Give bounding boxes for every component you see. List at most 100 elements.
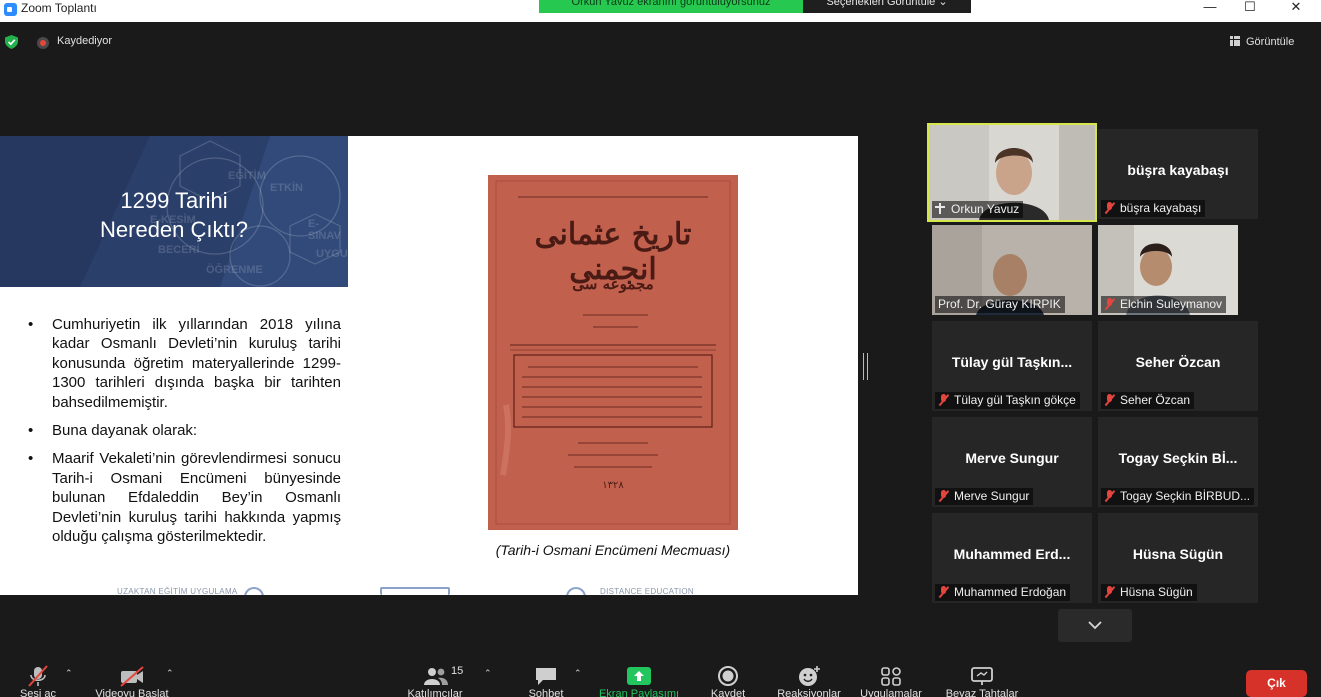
participants-icon	[424, 668, 448, 685]
whiteboards-label: Beyaz Tahtalar	[945, 688, 1019, 697]
participant-tile[interactable]: Orkun Yavuz	[927, 123, 1097, 222]
grid-view-icon	[1230, 36, 1240, 46]
journal-cover-subtitle: مجموعه سى	[572, 275, 654, 293]
muted-mic-icon	[938, 394, 949, 406]
participant-name: Seher Özcan	[1120, 393, 1191, 407]
maximize-button[interactable]: ☐	[1230, 0, 1270, 14]
participant-name-label: Tülay gül Taşkın gökçe	[935, 392, 1080, 409]
participant-tile[interactable]: Merve Sungur Merve Sungur	[932, 417, 1092, 507]
share-screen-button[interactable]: Ekran Paylaşımı	[596, 655, 682, 697]
chat-icon	[536, 668, 556, 685]
participant-tile[interactable]: Togay Seçkin Bİ... Togay Seçkin BİRBUD..…	[1098, 417, 1258, 507]
participant-count: 15	[451, 665, 464, 677]
reactions-button[interactable]: Reaksiyonlar	[774, 655, 844, 697]
chat-button[interactable]: Sohbet	[520, 655, 572, 697]
record-label: Kaydet	[710, 688, 746, 697]
participant-name: Merve Sungur	[954, 489, 1030, 503]
title-bar: Zoom Toplantı Orkun Yavuz ekranını görün…	[0, 0, 1321, 22]
window-title: Zoom Toplantı	[21, 1, 97, 15]
header-deco-word: BECERİ	[158, 244, 200, 256]
participant-name-label: Hüsna Sügün	[1101, 584, 1197, 601]
participant-tile[interactable]: Elchin Suleymanov	[1098, 225, 1238, 315]
muted-mic-icon	[1104, 490, 1115, 502]
start-video-button[interactable]: Videoyu Başlat	[92, 655, 172, 697]
share-screen-icon	[627, 667, 651, 685]
close-window-button[interactable]: ✕	[1276, 0, 1316, 14]
participants-label: Katılımcılar	[407, 688, 463, 697]
participant-tile[interactable]: Tülay gül Taşkın... Tülay gül Taşkın gök…	[932, 321, 1092, 411]
participant-name: Tülay gül Taşkın gökçe	[954, 393, 1076, 407]
participant-tile[interactable]: Hüsna Sügün Hüsna Sügün	[1098, 513, 1258, 603]
participant-tile[interactable]: Prof. Dr. Güray KIRPIK	[932, 225, 1092, 315]
participant-display-name: Muhammed Erd...	[953, 546, 1071, 562]
audio-options-caret-icon[interactable]: ⌃	[65, 668, 73, 679]
participant-name-label: Prof. Dr. Güray KIRPIK	[935, 296, 1065, 313]
participant-display-name: Hüsna Sügün	[1132, 546, 1224, 562]
participant-display-name: Tülay gül Taşkın...	[951, 354, 1073, 370]
muted-mic-icon	[938, 490, 949, 502]
header-deco-word: ÖĞRENME	[206, 264, 263, 276]
participant-tile[interactable]: Muhammed Erd... Muhammed Erdoğan	[932, 513, 1092, 603]
record-button[interactable]: Kaydet	[702, 655, 754, 697]
unmute-label: Sesi aç	[19, 688, 57, 697]
meeting-toolbar: Sesi aç ⌃ Videoyu Başlat ⌃ 15 Katılımcıl…	[0, 655, 1321, 697]
building-logo-icon	[380, 587, 450, 595]
footer-logo-icon	[566, 587, 586, 595]
apps-button[interactable]: Uygulamalar	[856, 655, 926, 697]
reactions-smiley-icon	[799, 666, 820, 686]
whiteboards-button[interactable]: Beyaz Tahtalar	[940, 655, 1024, 697]
zoom-window: Zoom Toplantı Orkun Yavuz ekranını görün…	[0, 0, 1321, 697]
chat-caret-icon[interactable]: ⌃	[574, 668, 582, 679]
participant-name: Elchin Suleymanov	[1120, 297, 1223, 311]
view-options-button[interactable]: Seçenekleri Görüntüle ⌄	[803, 0, 971, 13]
muted-mic-icon	[1104, 394, 1115, 406]
security-shield-icon[interactable]	[5, 35, 18, 49]
slide-footer-left: UZAKTAN EĞİTİM UYGULAMA	[117, 587, 238, 595]
whiteboard-icon	[971, 667, 993, 685]
participant-name-label: Orkun Yavuz	[932, 201, 1024, 218]
participant-name: Hüsna Sügün	[1120, 585, 1193, 599]
header-deco-word: UYGULA	[316, 248, 348, 260]
participant-tile[interactable]: Seher Özcan Seher Özcan	[1098, 321, 1258, 411]
participant-name: Togay Seçkin BİRBUD...	[1120, 489, 1251, 503]
pin-icon	[935, 203, 945, 214]
start-video-label: Videoyu Başlat	[95, 688, 169, 697]
split-view-divider[interactable]	[863, 353, 868, 380]
slide-bullet-list: Cumhuriyetin ilk yıllarından 2018 yılına…	[28, 315, 341, 555]
participant-name: Orkun Yavuz	[951, 202, 1020, 216]
participant-tile[interactable]: büşra kayabaşı büşra kayabaşı	[1098, 129, 1258, 219]
recording-label: Kaydediyor	[57, 35, 113, 47]
share-screen-label: Ekran Paylaşımı	[598, 688, 680, 697]
header-deco-word: EĞİTİM	[228, 170, 266, 182]
slide-title: 1299 Tarihi Nereden Çıktı?	[0, 186, 348, 244]
participant-name: Muhammed Erdoğan	[954, 585, 1067, 599]
reactions-label: Reaksiyonlar	[777, 688, 841, 697]
gallery-next-page-button[interactable]	[1058, 609, 1132, 642]
slide-bullet: Cumhuriyetin ilk yıllarından 2018 yılına…	[28, 315, 341, 412]
participant-name-label: büşra kayabaşı	[1101, 200, 1206, 217]
participant-display-name: Seher Özcan	[1135, 354, 1221, 370]
participant-name-label: Togay Seçkin BİRBUD...	[1101, 488, 1255, 505]
screen-share-banner: Orkun Yavuz ekranını görüntülüyorsunuz	[539, 0, 803, 13]
unmute-button[interactable]: Sesi aç	[8, 655, 68, 697]
participant-name: Prof. Dr. Güray KIRPIK	[938, 297, 1061, 311]
apps-label: Uygulamalar	[860, 688, 922, 697]
view-button-label: Görüntüle	[1246, 36, 1295, 48]
zoom-logo-icon	[4, 3, 17, 16]
muted-mic-icon	[1104, 586, 1115, 598]
video-options-caret-icon[interactable]: ⌃	[166, 668, 174, 679]
participant-name-label: Muhammed Erdoğan	[935, 584, 1071, 601]
slide-title-line: 1299 Tarihi	[120, 188, 228, 213]
participants-button[interactable]: 15 Katılımcılar	[402, 655, 468, 697]
journal-cover-year: ١٣٢٨	[602, 480, 624, 491]
chevron-down-icon	[1088, 621, 1102, 630]
leave-meeting-button[interactable]: Çık	[1246, 670, 1307, 697]
slide-title-line: Nereden Çıktı?	[100, 217, 248, 242]
recording-icon[interactable]	[37, 37, 49, 49]
minimize-button[interactable]: —	[1190, 0, 1230, 14]
muted-mic-icon	[938, 586, 949, 598]
muted-microphone-icon	[28, 665, 48, 687]
view-button[interactable]: Görüntüle	[1230, 33, 1294, 51]
chat-label: Sohbet	[528, 688, 564, 697]
participants-caret-icon[interactable]: ⌃	[484, 668, 492, 679]
